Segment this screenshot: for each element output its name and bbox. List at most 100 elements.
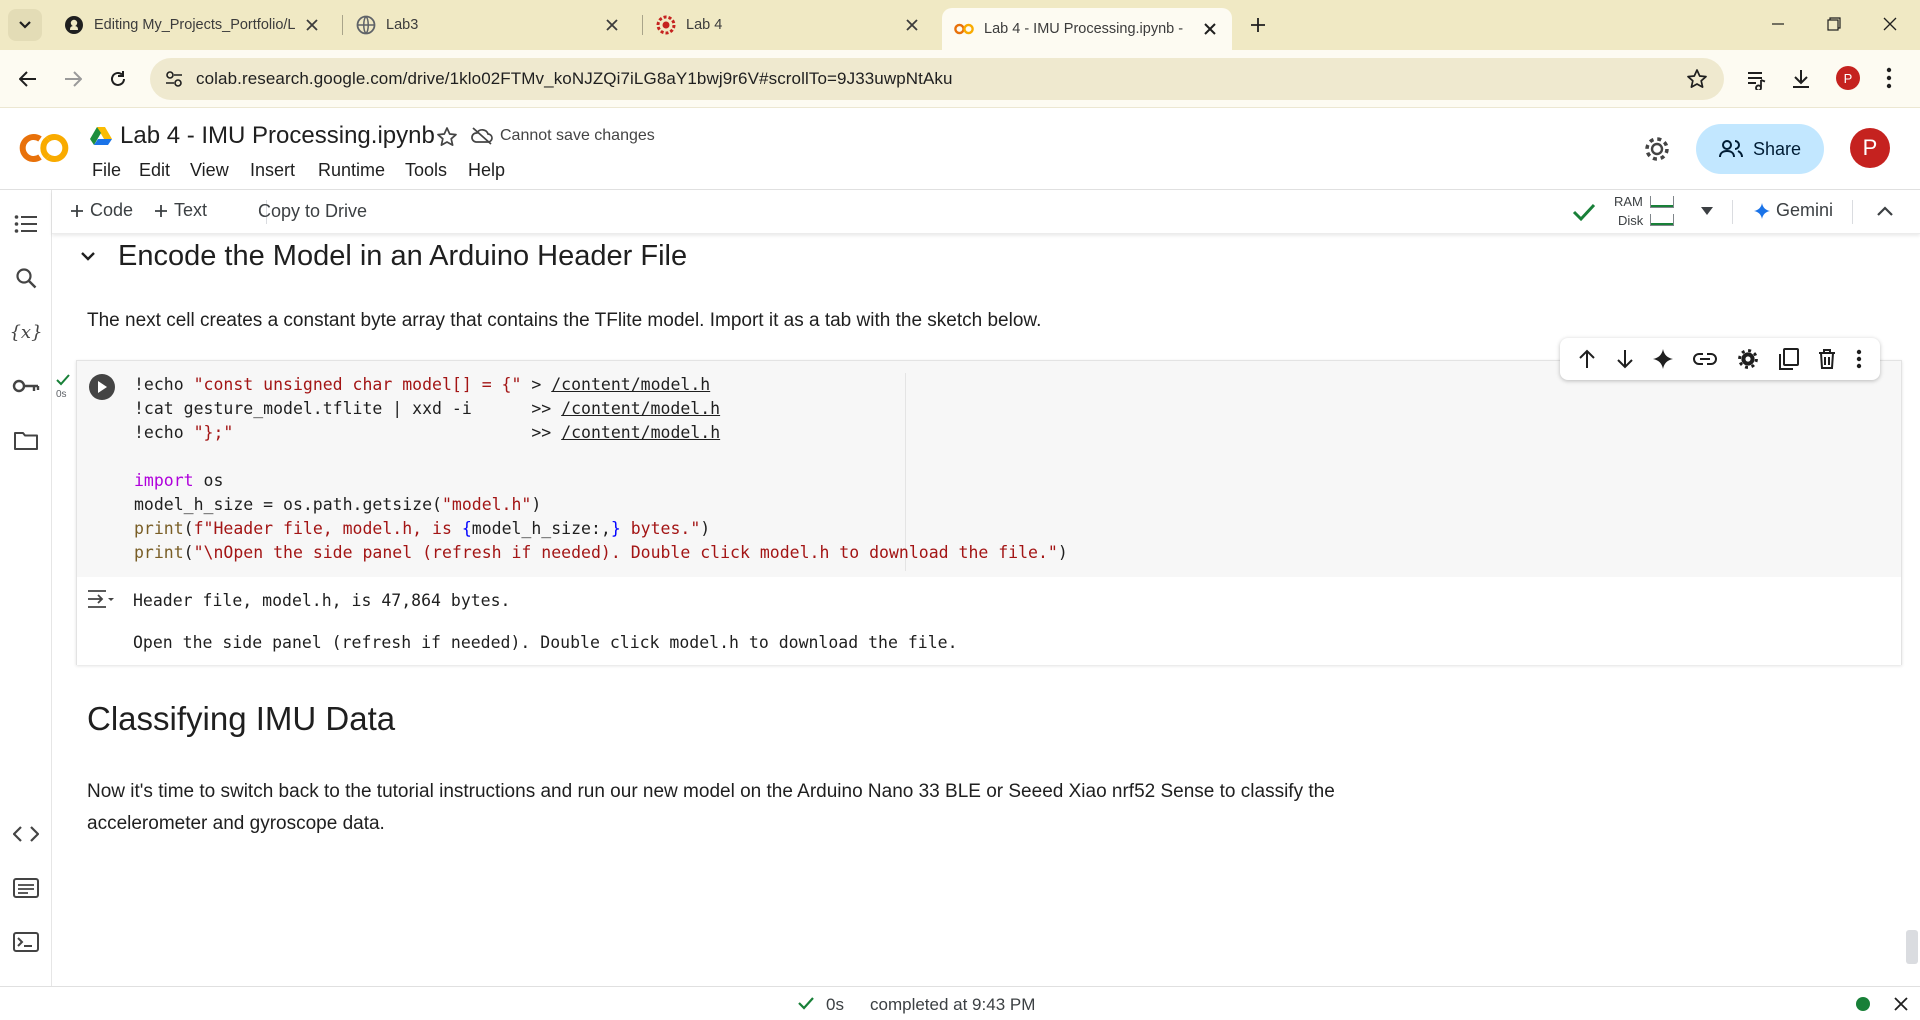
browser-tab[interactable]: Lab 4 (644, 7, 934, 43)
close-tab-icon[interactable] (302, 15, 322, 35)
more-options-icon[interactable] (1856, 349, 1862, 369)
command-palette-icon[interactable] (10, 872, 42, 904)
section-text: The next cell creates a constant byte ar… (87, 310, 1042, 331)
copy-to-drive-button[interactable]: Copy to Drive (258, 201, 367, 222)
variables-icon[interactable]: {x} (10, 316, 42, 348)
star-notebook-icon[interactable] (436, 126, 458, 148)
profile-avatar[interactable]: P (1836, 66, 1860, 90)
menu-insert[interactable]: Insert (250, 160, 295, 181)
url-text[interactable]: colab.research.google.com/drive/1klo02FT… (196, 69, 953, 89)
close-tab-icon[interactable] (602, 15, 622, 35)
move-up-icon[interactable] (1578, 349, 1596, 369)
account-avatar[interactable]: P (1850, 128, 1890, 168)
reload-icon (111, 71, 125, 86)
colab-header: Lab 4 - IMU Processing.ipynb Cannot save… (0, 108, 1920, 190)
add-code-button[interactable]: Code (70, 200, 133, 221)
plus-icon (1251, 18, 1265, 32)
tab-title: Lab 4 - IMU Processing.ipynb - (984, 21, 1184, 37)
search-icon[interactable] (10, 262, 42, 294)
close-tab-icon[interactable] (1200, 19, 1220, 39)
runtime-dropdown-icon[interactable] (1700, 206, 1714, 216)
minimize-button[interactable] (1750, 0, 1806, 48)
cell-settings-gear-icon[interactable] (1737, 348, 1759, 370)
add-text-button[interactable]: Text (154, 200, 207, 221)
menu-tools[interactable]: Tools (405, 160, 447, 181)
close-icon (1883, 17, 1897, 31)
people-icon (1718, 140, 1743, 158)
avatar-initial: P (1862, 135, 1878, 160)
tab-title: Editing My_Projects_Portfolio/L (94, 17, 296, 33)
colab-favicon-icon (954, 19, 974, 39)
browser-tab-active[interactable]: Lab 4 - IMU Processing.ipynb - (942, 8, 1232, 50)
table-of-contents-icon[interactable] (10, 208, 42, 240)
menu-edit[interactable]: Edit (139, 160, 170, 181)
tab-title: Lab3 (386, 17, 419, 33)
run-cell-button[interactable] (89, 374, 115, 400)
ram-label: RAM (1614, 194, 1643, 209)
add-code-label: Code (90, 200, 134, 220)
execution-time: 0s (56, 389, 67, 400)
tab-search-button[interactable] (8, 9, 42, 41)
close-window-button[interactable] (1862, 0, 1918, 48)
menu-runtime[interactable]: Runtime (318, 160, 385, 181)
settings-gear-icon[interactable] (1642, 134, 1672, 164)
browser-menu-icon[interactable] (1886, 67, 1892, 89)
downloads-icon[interactable] (1790, 68, 1812, 90)
output-menu-icon[interactable] (87, 589, 115, 609)
chevron-down-icon (19, 21, 31, 29)
status-elapsed: 0s (826, 995, 844, 1014)
new-tab-button[interactable] (1244, 11, 1272, 39)
svg-text:{x}: {x} (11, 322, 41, 343)
status-bar: 0s completed at 9:43 PM (0, 986, 1920, 1020)
code-text: !echo "const unsigned char model[] = {" … (134, 375, 1068, 562)
toolbar-divider (1732, 200, 1733, 224)
menu-view[interactable]: View (190, 160, 229, 181)
files-folder-icon[interactable] (10, 424, 42, 456)
close-tab-icon[interactable] (902, 15, 922, 35)
media-queue-icon[interactable] (1746, 68, 1768, 90)
link-icon[interactable] (1693, 352, 1718, 366)
menu-help[interactable]: Help (468, 160, 505, 181)
code-cell[interactable]: !echo "const unsigned char model[] = {" … (76, 360, 1902, 665)
gemini-button[interactable]: Gemini (1754, 200, 1833, 221)
close-status-icon[interactable] (1894, 997, 1908, 1011)
mirror-cell-icon[interactable] (1778, 348, 1799, 370)
share-button[interactable]: Share (1696, 124, 1824, 174)
code-snippets-icon[interactable] (10, 818, 42, 850)
browser-tab-strip: Editing My_Projects_Portfolio/L Lab3 Lab… (0, 0, 1920, 50)
minimize-icon (1772, 23, 1784, 25)
scrollbar-thumb[interactable] (1906, 930, 1918, 964)
globe-icon (356, 15, 376, 35)
browser-tab[interactable]: Lab3 (344, 7, 634, 43)
address-bar[interactable]: colab.research.google.com/drive/1klo02FT… (150, 58, 1724, 100)
browser-tab[interactable]: Editing My_Projects_Portfolio/L (52, 7, 334, 43)
github-icon (64, 15, 84, 35)
forward-button[interactable] (55, 61, 91, 97)
restore-icon (1827, 17, 1841, 31)
bookmark-star-icon[interactable] (1686, 68, 1708, 90)
disk-usage-bar[interactable] (1650, 214, 1674, 226)
notebook-title[interactable]: Lab 4 - IMU Processing.ipynb (120, 122, 435, 150)
menu-file[interactable]: File (92, 160, 121, 181)
ram-usage-bar[interactable] (1650, 196, 1674, 208)
disk-label: Disk (1618, 213, 1644, 228)
terminal-icon[interactable] (10, 926, 42, 958)
delete-trash-icon[interactable] (1818, 349, 1836, 369)
cell-toolbar (1560, 338, 1880, 380)
connected-check-icon (1572, 202, 1596, 222)
gemini-sparkle-icon[interactable] (1653, 349, 1674, 369)
colab-logo[interactable] (18, 130, 70, 166)
reload-button[interactable] (100, 61, 136, 97)
collapse-section-icon[interactable] (80, 250, 96, 262)
output-line: Header file, model.h, is 47,864 bytes. (133, 591, 511, 610)
profile-initial: P (1843, 70, 1853, 86)
restore-button[interactable] (1806, 0, 1862, 48)
secrets-key-icon[interactable] (10, 370, 42, 402)
tab-divider (642, 15, 643, 35)
status-check-icon (798, 996, 814, 1010)
collapse-header-icon[interactable] (1876, 205, 1894, 217)
back-button[interactable] (10, 61, 46, 97)
code-editor[interactable]: !echo "const unsigned char model[] = {" … (77, 361, 1901, 577)
site-settings-icon[interactable] (164, 69, 184, 89)
move-down-icon[interactable] (1616, 349, 1634, 369)
